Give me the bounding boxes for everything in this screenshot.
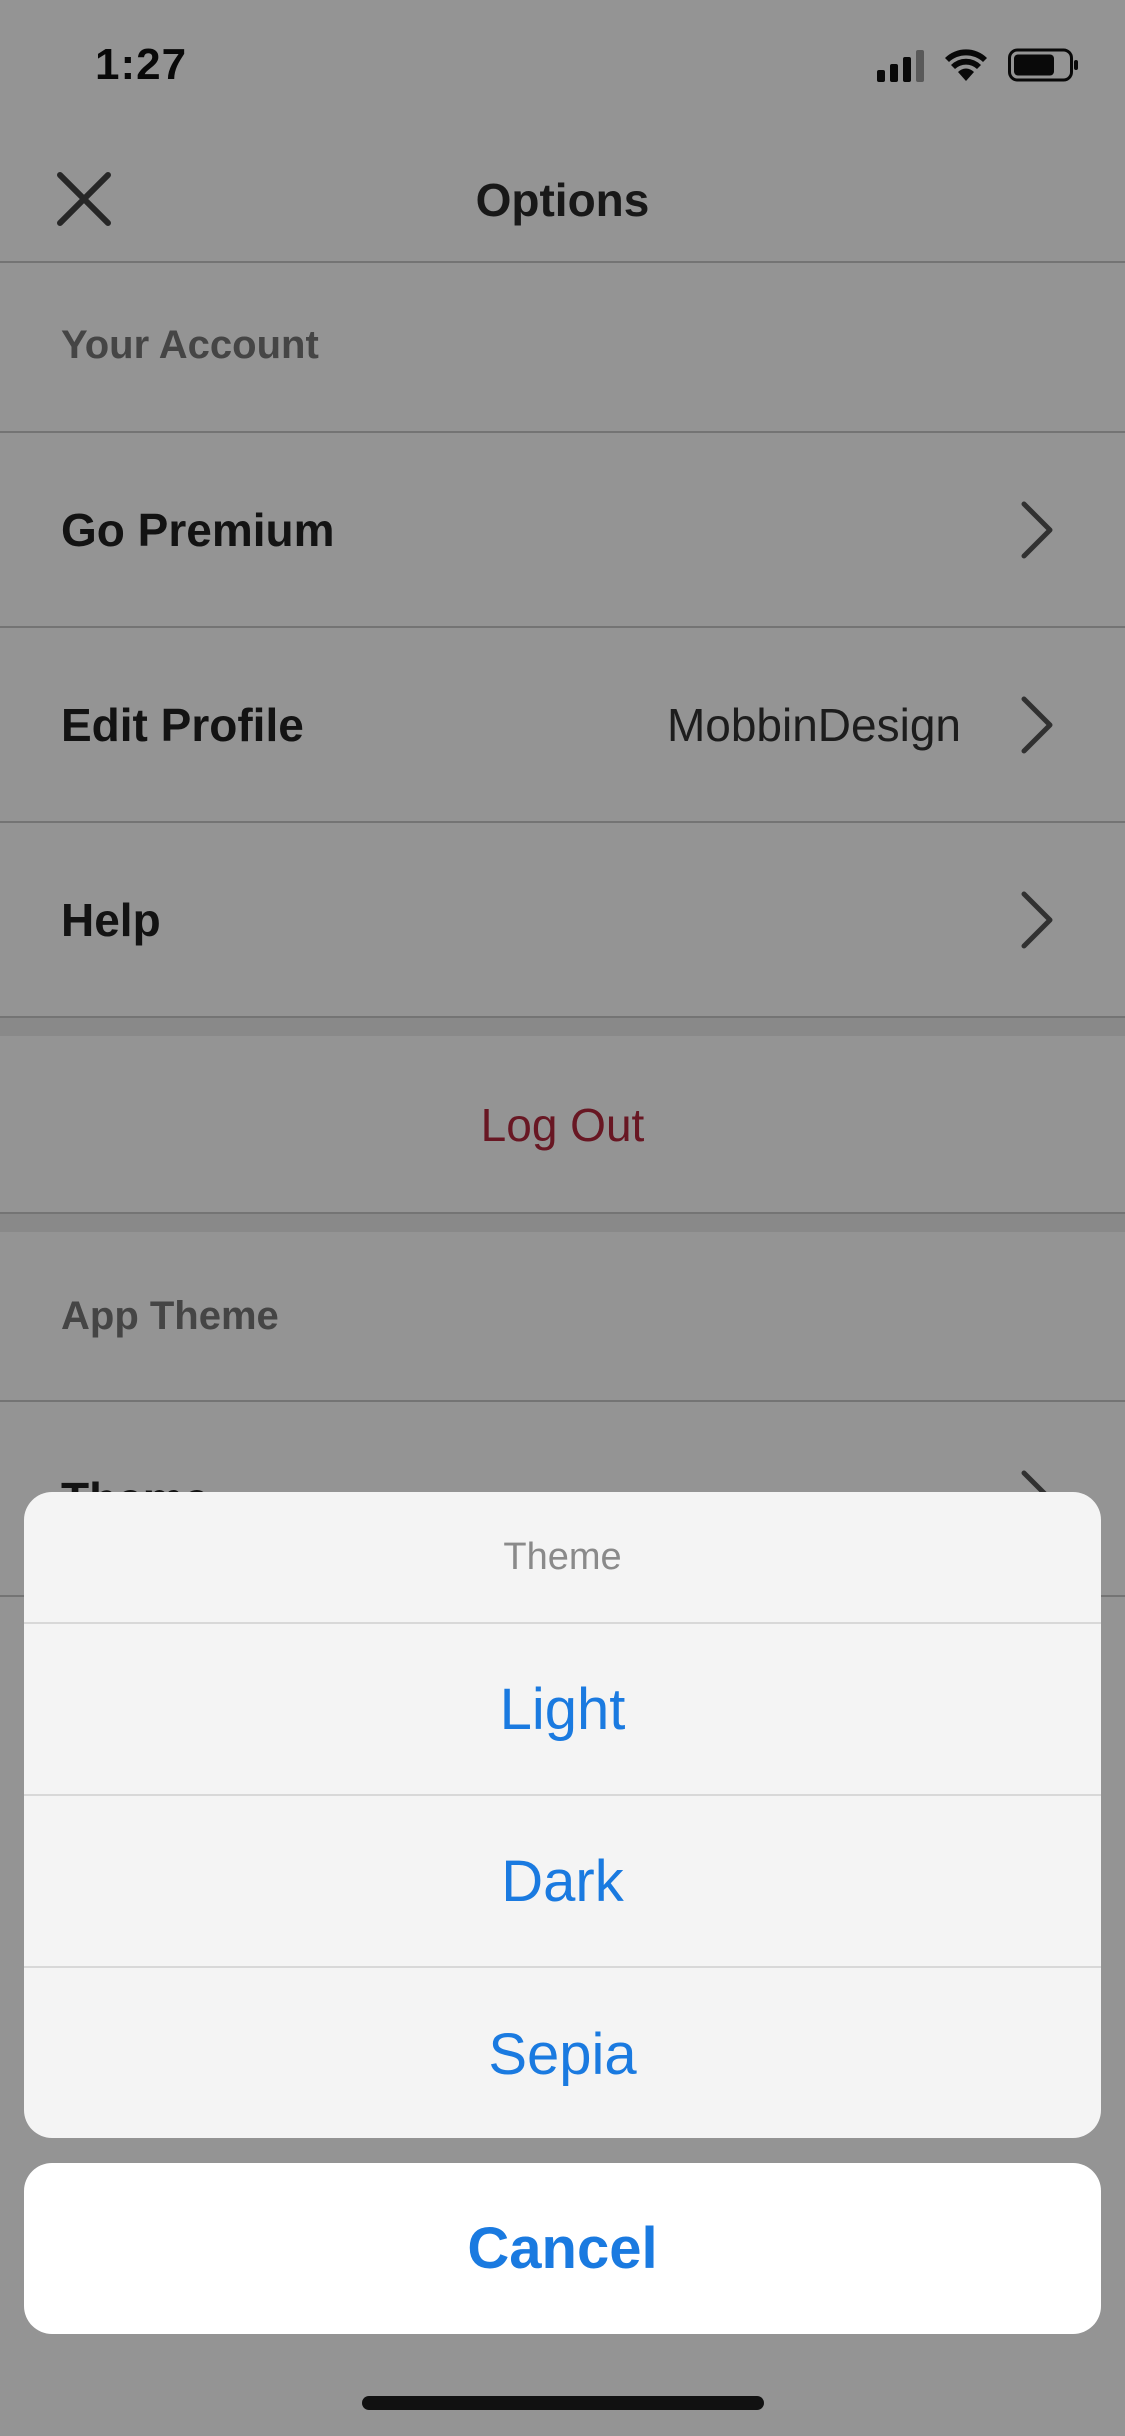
- theme-action-sheet: Theme Light Dark Sepia: [24, 1492, 1101, 2138]
- options-screen: 1:27 Options Your Account Go Premium Edi…: [0, 0, 1125, 2436]
- theme-option-light[interactable]: Light: [24, 1624, 1101, 1796]
- cancel-button[interactable]: Cancel: [24, 2163, 1101, 2334]
- action-sheet-title: Theme: [24, 1492, 1101, 1624]
- theme-option-dark[interactable]: Dark: [24, 1796, 1101, 1968]
- home-indicator[interactable]: [362, 2396, 764, 2410]
- theme-option-sepia[interactable]: Sepia: [24, 1968, 1101, 2138]
